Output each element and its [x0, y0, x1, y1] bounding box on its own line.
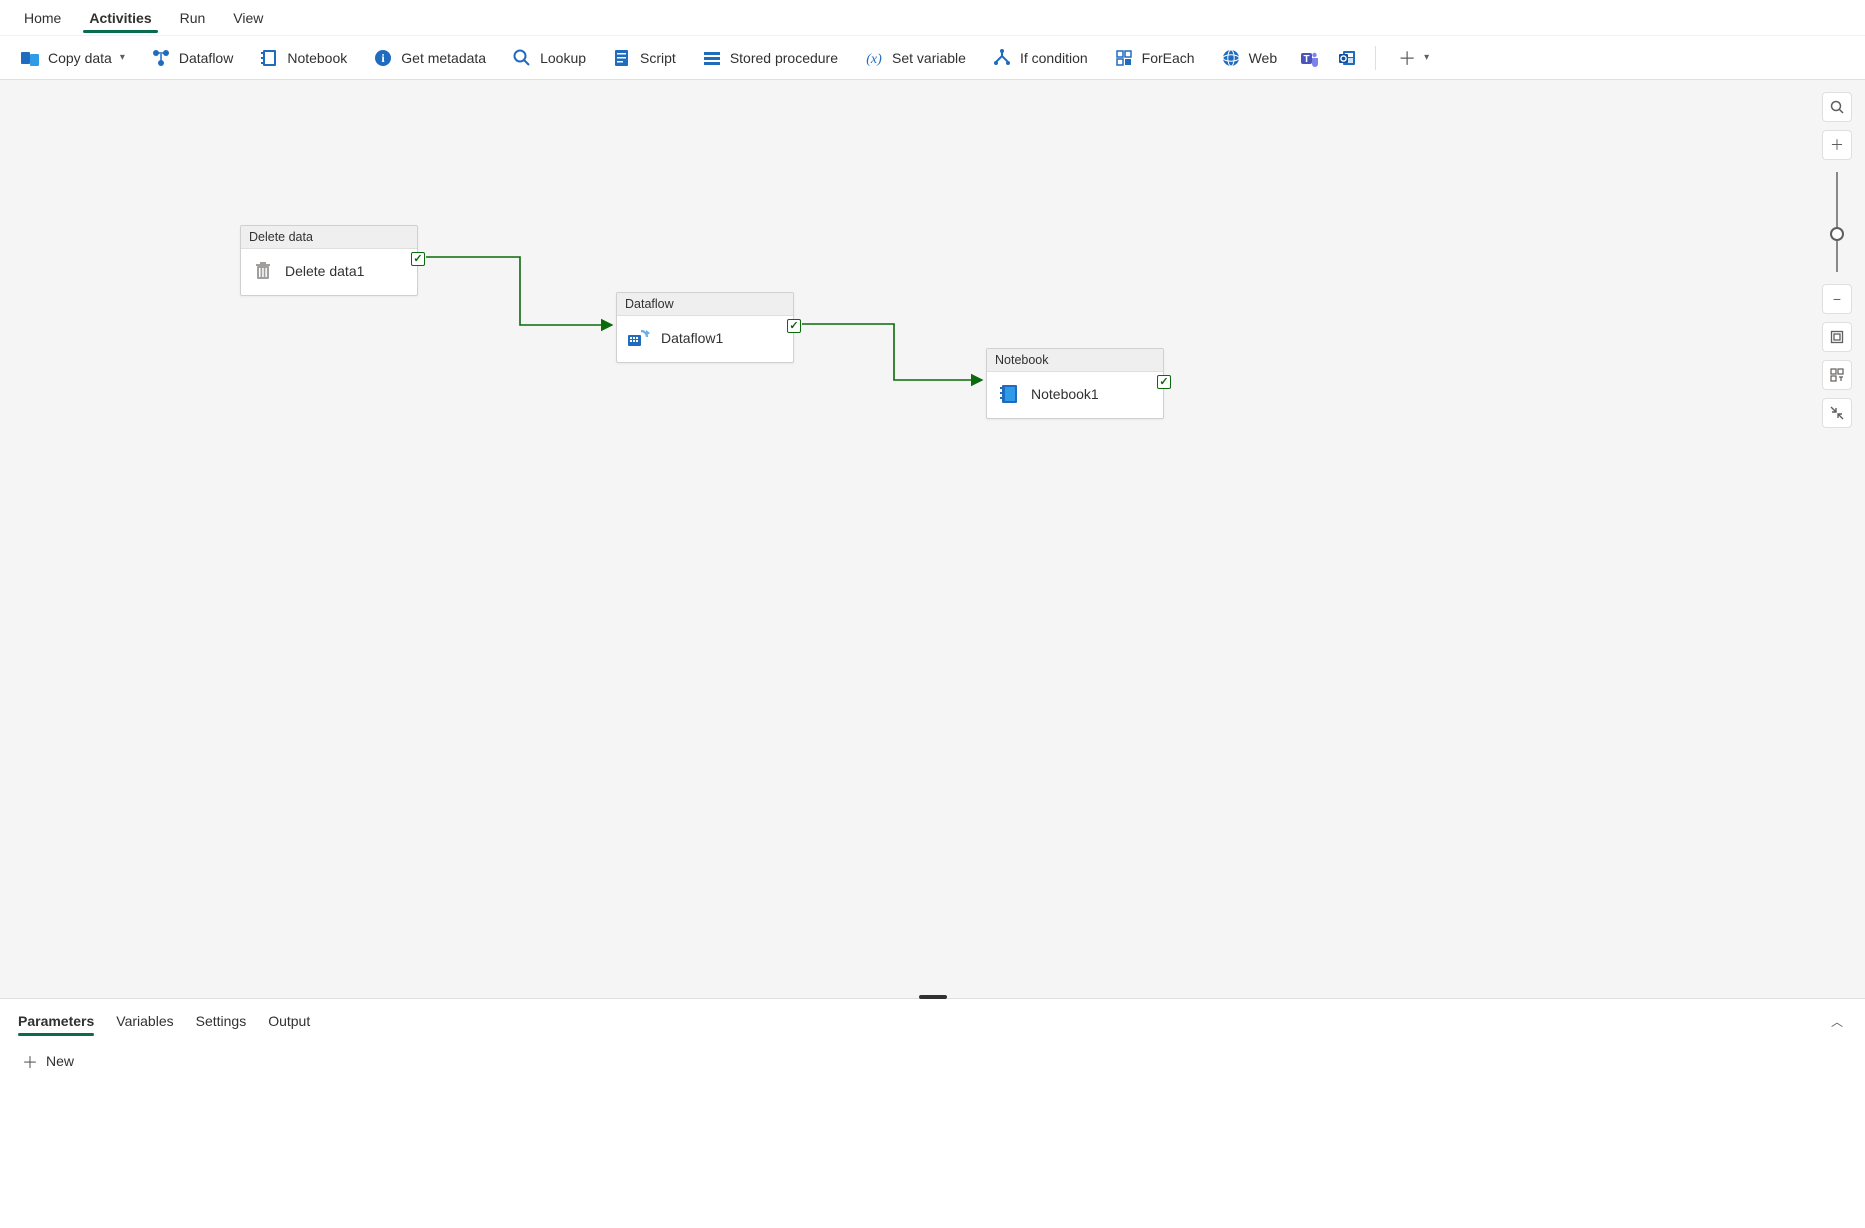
minus-icon: − — [1833, 291, 1841, 307]
zoom-out-button[interactable]: − — [1822, 284, 1852, 314]
variable-icon: (x) — [864, 48, 884, 68]
tool-label: Dataflow — [179, 50, 233, 66]
tool-label: ForEach — [1142, 50, 1195, 66]
tool-copy-data[interactable]: Copy data ▾ — [10, 44, 135, 72]
zoom-slider[interactable] — [1836, 172, 1838, 272]
node-name: Dataflow1 — [661, 330, 723, 346]
tab-variables[interactable]: Variables — [116, 1007, 173, 1035]
search-icon — [512, 48, 532, 68]
tool-label: Script — [640, 50, 676, 66]
svg-text:T: T — [1304, 54, 1310, 65]
tab-activities[interactable]: Activities — [75, 4, 165, 32]
success-badge: ✓ — [1157, 375, 1171, 389]
tool-lookup[interactable]: Lookup — [502, 44, 596, 72]
zoom-handle[interactable] — [1830, 227, 1844, 241]
tab-view[interactable]: View — [219, 4, 277, 32]
minimize-canvas-button[interactable] — [1822, 398, 1852, 428]
panel-resize-grip[interactable] — [919, 995, 947, 999]
activities-toolbar: Copy data ▾ Dataflow Notebook i Get meta… — [0, 36, 1865, 80]
toolbar-divider — [1375, 46, 1376, 70]
notebook-blue-icon — [997, 382, 1021, 406]
properties-tabs: Parameters Variables Settings Output ︿ — [0, 999, 1865, 1035]
chevron-down-icon: ▾ — [1424, 52, 1429, 63]
zoom-fit-button[interactable] — [1822, 322, 1852, 352]
tool-foreach[interactable]: ForEach — [1104, 44, 1205, 72]
tool-teams[interactable]: T — [1293, 44, 1325, 72]
tool-label: Copy data — [48, 50, 112, 66]
tab-parameters[interactable]: Parameters — [18, 1007, 94, 1035]
zoom-in-button[interactable]: ＋ — [1822, 130, 1852, 160]
node-type-label: Notebook — [987, 349, 1163, 372]
properties-panel: Parameters Variables Settings Output ︿ ＋… — [0, 998, 1865, 1226]
tab-run[interactable]: Run — [166, 4, 220, 32]
stored-proc-icon — [702, 48, 722, 68]
tab-output[interactable]: Output — [268, 1007, 310, 1035]
tool-if-condition[interactable]: If condition — [982, 44, 1098, 72]
canvas-controls: ＋ − — [1821, 92, 1853, 428]
node-name: Notebook1 — [1031, 386, 1099, 402]
tool-outlook[interactable] — [1331, 44, 1363, 72]
tool-label: Web — [1249, 50, 1278, 66]
tool-label: If condition — [1020, 50, 1088, 66]
collapse-panel-button[interactable]: ︿ — [1827, 1009, 1847, 1034]
tool-label: Stored procedure — [730, 50, 838, 66]
chevron-down-icon: ▾ — [120, 52, 125, 63]
outlook-icon — [1337, 48, 1357, 68]
connectors-layer — [0, 80, 1865, 998]
node-delete-data[interactable]: Delete data Delete data1 ✓ — [240, 225, 418, 296]
node-name: Delete data1 — [285, 263, 364, 279]
script-icon — [612, 48, 632, 68]
plus-icon: ＋ — [1398, 45, 1416, 71]
success-badge: ✓ — [411, 252, 425, 266]
foreach-icon — [1114, 48, 1134, 68]
tool-notebook[interactable]: Notebook — [249, 44, 357, 72]
plus-icon: ＋ — [22, 1049, 38, 1073]
node-dataflow[interactable]: Dataflow Dataflow1 ✓ — [616, 292, 794, 363]
auto-layout-button[interactable] — [1822, 360, 1852, 390]
web-icon — [1221, 48, 1241, 68]
node-type-label: Delete data — [241, 226, 417, 249]
tool-set-variable[interactable]: (x) Set variable — [854, 44, 976, 72]
tool-script[interactable]: Script — [602, 44, 686, 72]
if-icon — [992, 48, 1012, 68]
notebook-icon — [259, 48, 279, 68]
tool-label: Set variable — [892, 50, 966, 66]
trash-icon — [251, 259, 275, 283]
plus-icon: ＋ — [1830, 135, 1844, 155]
tab-settings[interactable]: Settings — [196, 1007, 247, 1035]
teams-icon: T — [1299, 48, 1319, 68]
tool-label: Lookup — [540, 50, 586, 66]
tool-label: Notebook — [287, 50, 347, 66]
tool-more[interactable]: ＋ ▾ — [1388, 41, 1439, 75]
tool-get-metadata[interactable]: i Get metadata — [363, 44, 496, 72]
tool-stored-procedure[interactable]: Stored procedure — [692, 44, 848, 72]
canvas-search-button[interactable] — [1822, 92, 1852, 122]
new-parameter-button[interactable]: ＋ New — [22, 1049, 1843, 1073]
success-badge: ✓ — [787, 319, 801, 333]
pipeline-canvas[interactable]: Delete data Delete data1 ✓ Dataflow Data… — [0, 80, 1865, 998]
tool-web[interactable]: Web — [1211, 44, 1288, 72]
copy-data-icon — [20, 48, 40, 68]
tab-home[interactable]: Home — [10, 4, 75, 32]
top-tab-strip: Home Activities Run View — [0, 0, 1865, 36]
node-type-label: Dataflow — [617, 293, 793, 316]
tool-dataflow[interactable]: Dataflow — [141, 44, 243, 72]
dataflow-box-icon — [627, 326, 651, 350]
dataflow-icon — [151, 48, 171, 68]
node-notebook[interactable]: Notebook Notebook1 ✓ — [986, 348, 1164, 419]
info-icon: i — [373, 48, 393, 68]
svg-text:(x): (x) — [866, 52, 882, 67]
tool-label: Get metadata — [401, 50, 486, 66]
new-label: New — [46, 1053, 74, 1069]
